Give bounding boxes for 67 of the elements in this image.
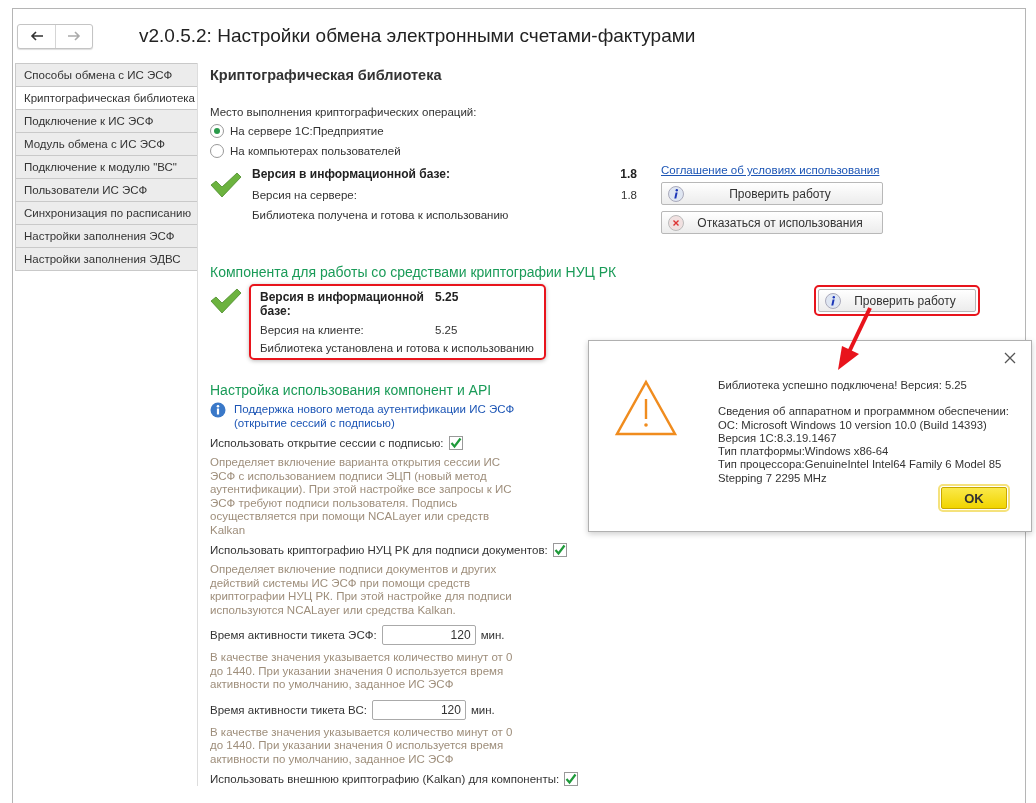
number-field[interactable]: 120 [371, 699, 466, 720]
version-label: Версия в информационной базе: [260, 290, 425, 318]
checkbox[interactable] [448, 436, 463, 450]
field-label: Время активности тикета ЭСФ: [210, 629, 377, 641]
window-title: v2.0.5.2: Настройки обмена электронными счетами-фактурами [139, 25, 696, 47]
system-info-line: Stepping 7 2295 MHz [718, 471, 828, 486]
agreement-link[interactable]: Соглашение об условиях использования [661, 164, 883, 176]
sidebar-item[interactable]: Пользователи ИС ЭСФ [15, 179, 198, 202]
radio-option[interactable]: На компьютерах пользователей [210, 144, 401, 158]
checkmark-icon [210, 172, 242, 198]
section-title: Компонента для работы со средствами криптографии НУЦ РК [210, 264, 617, 280]
system-info-line: Сведения об аппаратном и программном обеспечении: [718, 405, 1009, 419]
sidebar-item[interactable]: Настройки заполнения ЭСФ [15, 225, 198, 248]
info-icon [825, 292, 841, 309]
checkbox[interactable] [564, 772, 579, 786]
system-info-line: ОС: Microsoft Windows 10 version 10.0 (Build 14393) [718, 418, 988, 432]
unit-label: мин. [470, 703, 495, 716]
sidebar-item[interactable]: Подключение к модулю "ВС" [15, 156, 198, 179]
radio-option[interactable]: На сервере 1С:Предприятие [210, 124, 384, 138]
description-text: Определяет включение варианта открытия сессии ИС ЭСФ с использованием подписи ЭЦП (новый метод аутентификации). При этой настройке все запросы к ИС ЭСФ требуют подписи пользователя. Подпись осуществляется при помощи NCALayer или средств Kalkan [210, 456, 513, 537]
description-text: В качестве значения указывается количество минут от 0 до 1440. При указании значения 0 используется время активности по умолчанию, заданное ИС ЭСФ [210, 651, 514, 692]
number-field[interactable]: 120 [381, 625, 476, 645]
sidebar-item[interactable]: Криптографическая библиотека [15, 87, 198, 110]
dialog-message: Библиотека успешно подключена! Версия: 5.25 [718, 379, 968, 393]
version-label: Версия в информационной базе: [252, 167, 450, 181]
section-title: Криптографическая библиотека [210, 67, 442, 83]
radio-button[interactable] [210, 144, 224, 158]
field-label: Время активности тикета ВС: [210, 703, 367, 716]
version-label: Версия на сервере: [252, 189, 357, 201]
ok-button[interactable]: OK [941, 487, 1007, 510]
action-button[interactable]: Отказаться от использования [661, 211, 883, 234]
radio-button[interactable] [210, 124, 224, 138]
version-label: Библиотека установлена и готова к использованию [260, 342, 534, 354]
unit-label: мин. [480, 629, 505, 641]
forward-arrow-icon [67, 31, 81, 41]
check-button[interactable]: Проверить работу [818, 289, 976, 312]
system-info-line: Тип платформы:Windows x86-64 [718, 445, 890, 459]
version-value: 1.8 [621, 189, 637, 201]
version-value: 1.8 [620, 167, 637, 181]
sidebar-item[interactable]: Способы обмена с ИС ЭСФ [15, 63, 198, 87]
action-button[interactable]: Проверить работу [661, 182, 883, 205]
description-text: Определяет включение подписи документов и других действий системы ИС ЭСФ при помощи средств криптографии НУЦ РК. При этой настройке для подписи используются NCALayer или средства Kalkan. [210, 563, 513, 617]
description-text: В качестве значения указывается количество минут от 0 до 1440. При указании значения 0 используется время активности по умолчанию, заданное ИС ЭСФ [210, 725, 514, 766]
version-label: Библиотека получена и готова к использованию [252, 209, 509, 221]
back-arrow-icon [29, 31, 44, 41]
sidebar-item[interactable]: Настройки заполнения ЭДВС [15, 248, 198, 271]
sidebar-item[interactable]: Подключение к ИС ЭСФ [15, 110, 198, 133]
section-title: Настройка использования компонент и API [210, 382, 492, 398]
sidebar-item[interactable]: Синхронизация по расписанию [15, 202, 198, 225]
version-value: 5.25 [435, 324, 458, 336]
checkbox-label: Использовать открытие сессии с подписью: [210, 437, 444, 449]
close-icon[interactable] [1004, 352, 1016, 364]
sidebar-item[interactable]: Модуль обмена с ИС ЭСФ [15, 133, 198, 156]
checkbox-label: Использовать внешнюю криптографию (Kalkan) для компоненты: [210, 773, 560, 785]
checkmark-icon [210, 288, 242, 314]
version-value: 5.25 [435, 290, 459, 306]
cancel-icon [668, 214, 684, 231]
location-label: Место выполнения криптографических операций: [210, 106, 477, 118]
warning-icon [614, 379, 678, 437]
info-icon [210, 402, 226, 418]
system-info-line: Версия 1С:8.3.19.1467 [718, 431, 838, 446]
system-info-line: Тип процессора:GenuineIntel Intel64 Family 6 Model 85 [718, 458, 1003, 472]
info-link[interactable]: Поддержка нового метода аутентификации ИС ЭСФ (открытие сессий с подписью) [234, 402, 524, 430]
info-icon [668, 185, 684, 202]
version-label: Версия на клиенте: [260, 324, 365, 336]
checkbox-label: Использовать криптографию НУЦ РК для подписи документов: [210, 544, 548, 556]
checkbox[interactable] [552, 543, 567, 557]
